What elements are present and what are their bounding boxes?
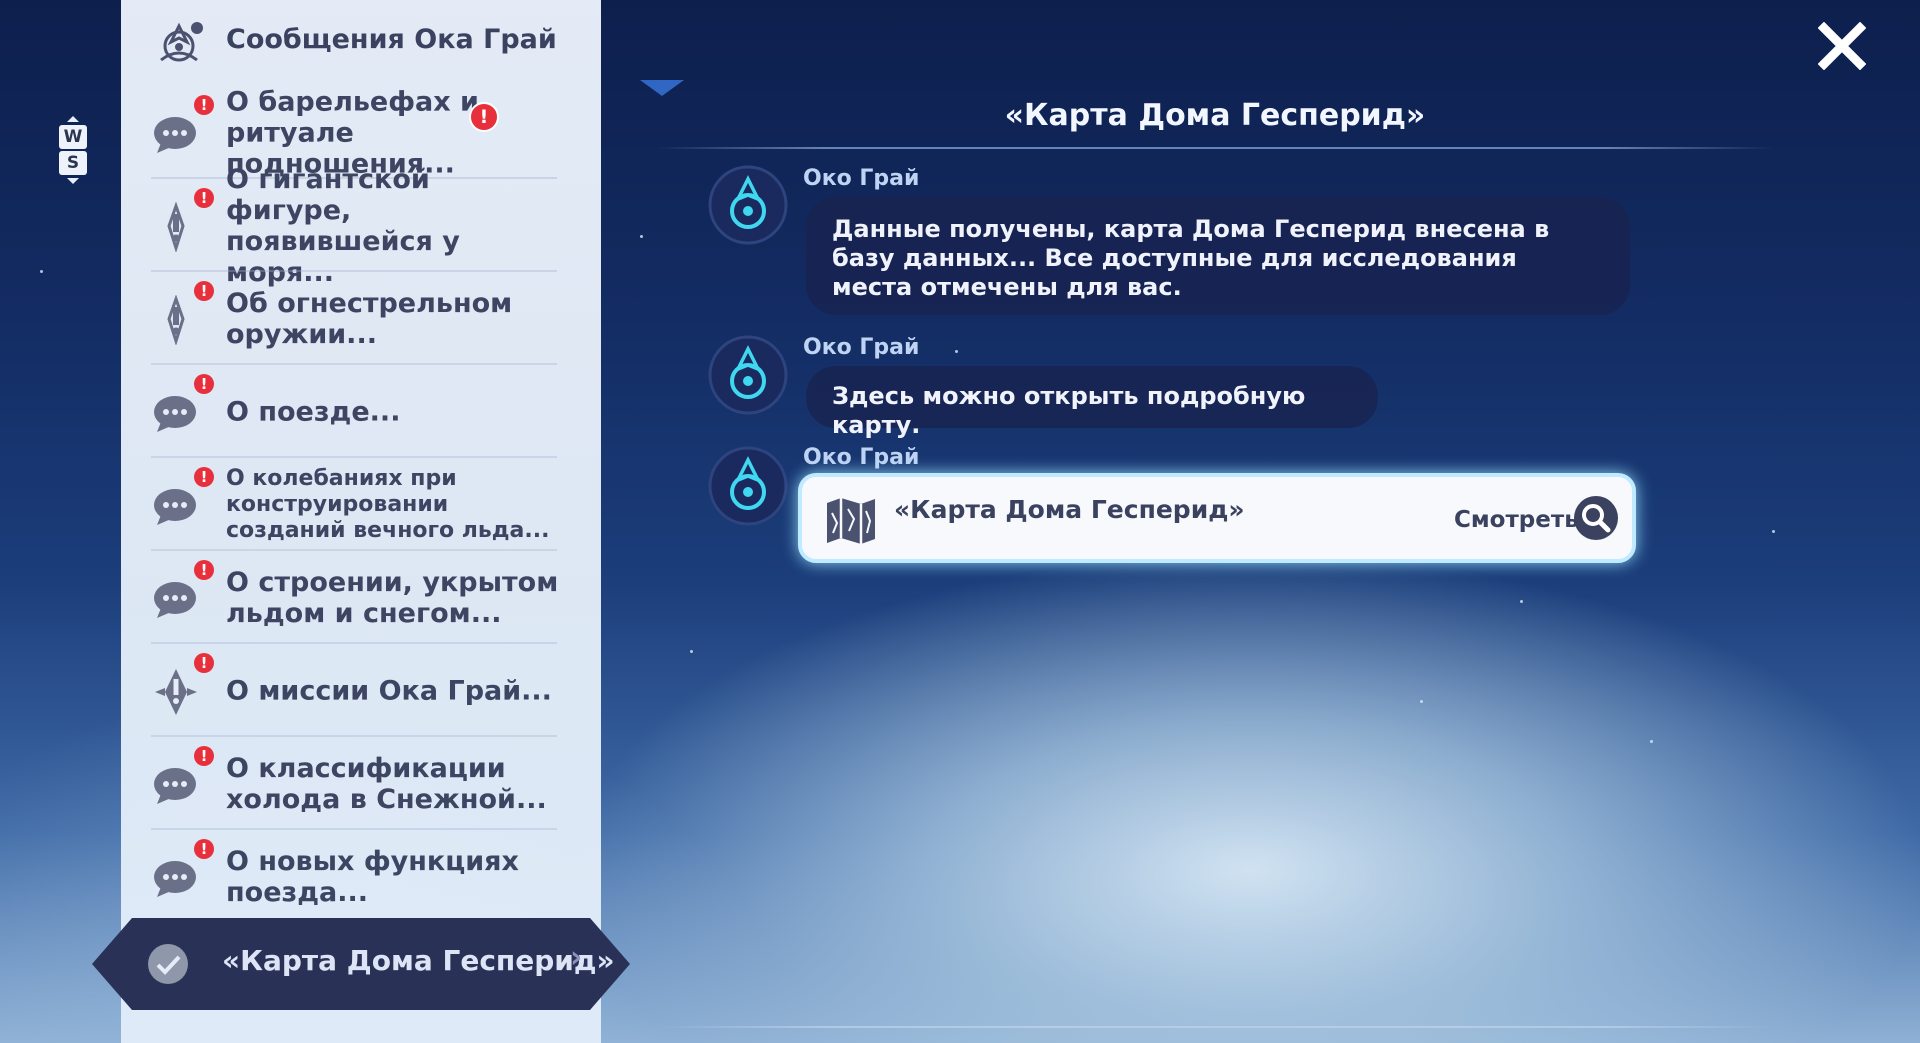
list-item-label: О новых функциях поезда... <box>226 845 519 908</box>
arrow-down-icon <box>67 178 79 184</box>
alert-badge: ! <box>194 374 214 394</box>
chat-bubble-icon <box>154 117 196 153</box>
oka-grai-avatar <box>708 446 788 526</box>
chat-bubble-icon <box>154 396 196 432</box>
chat-bubble-icon <box>154 861 196 897</box>
star <box>640 235 643 238</box>
list-item[interactable]: ! О новых функциях поезда... <box>121 830 601 923</box>
chat-bubble-icon <box>154 582 196 618</box>
message-sender: Око Грай <box>803 166 920 191</box>
key-s[interactable]: S <box>59 151 87 175</box>
view-button-label[interactable]: Смотреть <box>1454 507 1579 533</box>
checkmark-icon <box>148 944 188 984</box>
list-item-label: О строении, укрытом льдом и снегом... <box>226 566 559 629</box>
list-item[interactable]: ! О колебаниях при конструировании созда… <box>121 458 601 551</box>
list-item[interactable]: ! Об огнестрельном оружии... <box>121 272 601 365</box>
alert-badge: ! <box>194 839 214 859</box>
blue-shard-decoration <box>640 80 684 96</box>
oka-grai-avatar <box>708 335 788 415</box>
quest-marker-icon <box>167 295 185 345</box>
star <box>1772 530 1775 533</box>
list-item[interactable]: ! О миссии Ока Грай... <box>121 644 601 737</box>
selected-list-item[interactable]: «Карта Дома Гесперид» › <box>92 918 630 1010</box>
alert-badge: ! <box>194 653 214 673</box>
message-list: ! О барельефах и ритуале подношения... !… <box>121 86 601 923</box>
search-icon <box>1582 504 1611 533</box>
conversation-title: «Карта Дома Гесперид» <box>1004 98 1426 133</box>
bottom-divider <box>656 1026 1774 1028</box>
alert-badge: ! <box>194 281 214 301</box>
list-item[interactable]: ! О классификации холода в Снежной... <box>121 737 601 830</box>
map-card[interactable]: «Карта Дома Гесперид» Смотреть <box>798 473 1636 563</box>
star <box>40 270 43 273</box>
list-item-label: О миссии Ока Грай... <box>226 675 552 706</box>
list-item-label: О поезде... <box>226 396 401 427</box>
diamond-marker-icon <box>155 669 197 715</box>
list-item-label: О гигантской фигуре, появившейся у моря.… <box>226 163 460 288</box>
oka-grai-logo-icon <box>160 22 203 62</box>
scroll-keys: W S <box>58 116 88 184</box>
title-divider <box>656 147 1774 149</box>
sidebar-header: Сообщения Ока Грай <box>121 0 601 86</box>
map-icon <box>827 498 875 544</box>
sidebar-title: Сообщения Ока Грай <box>226 24 557 55</box>
list-item-label: О классификации холода в Снежной... <box>226 752 547 815</box>
star <box>1420 700 1423 703</box>
alert-badge: ! <box>194 746 214 766</box>
map-card-title: «Карта Дома Гесперид» <box>894 495 1245 524</box>
star <box>955 350 958 353</box>
alert-badge: ! <box>194 95 214 115</box>
chat-bubble-icon <box>154 768 196 804</box>
star <box>690 650 693 653</box>
star <box>1650 740 1653 743</box>
list-item-label: Об огнестрельном оружии... <box>226 287 513 350</box>
message-sender: Око Грай <box>803 445 920 470</box>
message-bubble: Данные получены, карта Дома Гесперид вне… <box>806 197 1630 315</box>
key-w[interactable]: W <box>59 125 87 149</box>
arrow-up-icon <box>67 116 79 122</box>
quest-marker-icon <box>167 202 185 252</box>
star <box>1520 600 1523 603</box>
list-item[interactable]: ! О строении, укрытом льдом и снегом... <box>121 551 601 644</box>
message-list-panel: Сообщения Ока Грай ! О барельефах и риту… <box>121 0 601 1043</box>
close-icon[interactable] <box>1818 22 1866 70</box>
alert-badge: ! <box>194 560 214 580</box>
message-sender: Око Грай <box>803 335 920 360</box>
selected-item-label: «Карта Дома Гесперид» <box>222 944 615 977</box>
alert-badge: ! <box>194 467 214 487</box>
floating-alert-badge: ! <box>469 102 499 132</box>
list-item[interactable]: ! О гигантской фигуре, появившейся у мор… <box>121 164 601 288</box>
chat-bubble-icon <box>154 489 196 525</box>
alert-badge: ! <box>194 188 214 208</box>
search-button[interactable] <box>1574 496 1618 540</box>
list-item[interactable]: ! О поезде... <box>121 365 601 458</box>
list-item-label: О колебаниях при конструировании создани… <box>226 465 550 543</box>
message-bubble: Здесь можно открыть подробную карту. <box>806 366 1378 439</box>
oka-grai-avatar <box>708 165 788 245</box>
chevron-right-icon: › <box>570 940 583 975</box>
